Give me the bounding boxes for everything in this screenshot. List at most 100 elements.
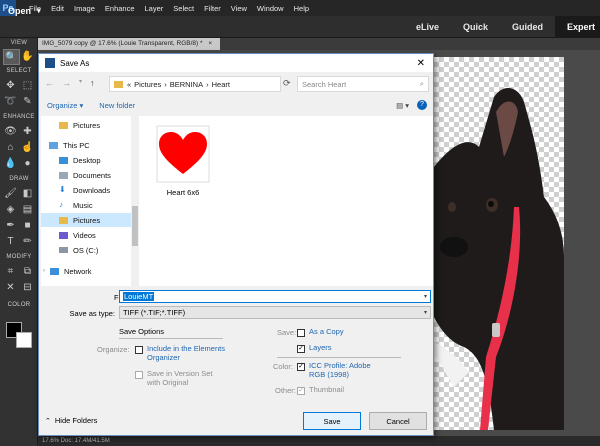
nav-scrollbar[interactable] [131, 116, 139, 286]
brush-tool-icon[interactable]: 🖌 [3, 186, 18, 200]
refresh-icon[interactable]: ⟳ [283, 78, 291, 89]
scrollbar-thumb[interactable] [132, 206, 138, 246]
forward-arrow-icon[interactable]: → [62, 78, 71, 88]
mode-tab-quick[interactable]: Quick [451, 16, 500, 38]
divider [119, 338, 223, 339]
menu-item-help[interactable]: Help [289, 4, 314, 13]
organize-menu[interactable]: Organize ▾ [47, 101, 83, 110]
help-icon[interactable]: ? [417, 100, 427, 110]
eraser-tool-icon[interactable]: ◧ [20, 186, 35, 200]
gradient-tool-icon[interactable]: ▤ [20, 202, 35, 216]
dialog-toolbar: Organize ▾ New folder ▤ ▾ ? [39, 96, 433, 114]
breadcrumb-item[interactable]: Pictures [134, 80, 161, 89]
back-arrow-icon[interactable]: ← [45, 78, 54, 88]
image-canvas[interactable] [434, 57, 564, 430]
crop-tool-icon[interactable]: ⌗ [3, 264, 18, 278]
menu-item-layer[interactable]: Layer [140, 4, 169, 13]
shape-tool-icon[interactable]: ■ [20, 218, 35, 232]
quick-selection-tool-icon[interactable]: ✎ [20, 94, 35, 108]
spot-healing-tool-icon[interactable]: ✚ [20, 124, 35, 138]
zoom-tool-icon[interactable]: 🔍 [3, 49, 20, 65]
version-set-checkbox[interactable] [135, 370, 143, 379]
menu-item-edit[interactable]: Edit [46, 4, 69, 13]
close-icon[interactable]: ✕ [417, 58, 425, 69]
clone-stamp-tool-icon[interactable]: ⌂ [3, 140, 18, 154]
up-arrow-icon[interactable]: ↑ [90, 78, 95, 88]
sidebar-item-label: Downloads [73, 185, 111, 195]
sponge-tool-icon[interactable]: ● [20, 156, 35, 170]
menu-item-image[interactable]: Image [69, 4, 100, 13]
breadcrumb-item[interactable]: BERNINA [170, 80, 203, 89]
organizer-checkbox[interactable] [135, 345, 143, 354]
document-tab[interactable]: IMG_5079 copy @ 17.6% (Louie Transparent… [38, 38, 220, 50]
video-icon [59, 231, 68, 239]
pencil-tool-icon[interactable]: ✏ [20, 234, 35, 248]
mode-tab-elive[interactable]: eLive [404, 16, 451, 38]
save-button[interactable]: Save [303, 412, 361, 430]
cancel-button[interactable]: Cancel [369, 412, 427, 430]
type-tool-icon[interactable]: T [3, 234, 18, 248]
icc-profile-checkbox[interactable]: ✓ [297, 362, 305, 371]
hide-folders-toggle[interactable]: ⌃ Hide Folders [45, 416, 97, 425]
layers-label[interactable]: Layers [309, 343, 332, 352]
lasso-tool-icon[interactable]: ➰ [3, 94, 18, 108]
menu-item-view[interactable]: View [226, 4, 252, 13]
folder-icon [114, 80, 123, 88]
menu-item-select[interactable]: Select [168, 4, 199, 13]
as-a-copy-label[interactable]: As a Copy [309, 327, 344, 336]
save-as-type-select[interactable]: TIFF (*.TIF;*.TIFF) ▾ [119, 306, 431, 319]
checkmark-icon: ✓ [297, 362, 305, 371]
move-tool-icon[interactable]: ✥ [3, 78, 18, 92]
sidebar-item-music[interactable]: ♪ Music [41, 198, 139, 212]
sidebar-item-documents[interactable]: Documents [41, 168, 139, 182]
include-in-organizer-label[interactable]: Include in the Elements Organizer [147, 344, 227, 362]
open-button[interactable]: Open ▾ [8, 4, 41, 18]
menu-item-enhance[interactable]: Enhance [100, 4, 140, 13]
close-icon[interactable]: × [208, 40, 212, 47]
menu-item-filter[interactable]: Filter [199, 4, 226, 13]
recent-locations-icon[interactable]: ▾ [79, 78, 82, 88]
sidebar-item-downloads[interactable]: ⬇ Downloads [41, 183, 139, 197]
eyedropper-tool-icon[interactable]: ✒ [3, 218, 18, 232]
sidebar-item-network[interactable]: › Network [41, 264, 139, 278]
sidebar-item-os-c[interactable]: OS (C:) [41, 243, 139, 257]
chevron-down-icon[interactable]: ▾ [424, 309, 427, 316]
search-input[interactable]: Search Heart ⌕ [297, 76, 429, 92]
blur-tool-icon[interactable]: 💧 [3, 156, 18, 170]
sidebar-item-label: OS (C:) [73, 245, 99, 255]
checkbox-box [135, 370, 143, 379]
sidebar-item-videos[interactable]: Videos [41, 228, 139, 242]
file-list: Heart 6x6 [139, 116, 433, 286]
new-folder-button[interactable]: New folder [99, 101, 135, 110]
marquee-tool-icon[interactable]: ⬚ [20, 78, 35, 92]
layers-checkbox[interactable]: ✓ [297, 344, 305, 353]
sidebar-item-pictures[interactable]: Pictures [41, 118, 139, 132]
paint-bucket-tool-icon[interactable]: ◈ [3, 202, 18, 216]
address-bar[interactable]: «Pictures › BERNINA › Heart [109, 76, 281, 92]
organize-label: Organize: [97, 345, 130, 354]
eye-tool-icon[interactable]: 👁 [3, 124, 18, 138]
mode-tab-expert[interactable]: Expert [555, 16, 600, 38]
icc-profile-label[interactable]: ICC Profile: Adobe RGB (1998) [309, 361, 383, 379]
mode-tab-guided[interactable]: Guided [500, 16, 555, 38]
file-item[interactable]: Heart 6x6 [151, 122, 215, 202]
smudge-tool-icon[interactable]: ☝ [20, 140, 35, 154]
sidebar-item-this-pc[interactable]: This PC [41, 138, 139, 152]
background-color-swatch[interactable] [16, 332, 32, 348]
file-name-input[interactable]: LouieMT ▾ [119, 290, 431, 303]
thumbnail-checkbox[interactable]: ✓ [297, 386, 305, 395]
as-a-copy-checkbox[interactable] [297, 328, 305, 337]
view-options-icon[interactable]: ▤ ▾ [396, 101, 409, 110]
recompose-tool-icon[interactable]: ⧉ [20, 264, 35, 278]
sidebar-item-pictures-selected[interactable]: Pictures [41, 213, 139, 227]
chevron-down-icon[interactable]: ▾ [424, 293, 427, 300]
straighten-tool-icon[interactable]: ⊟ [20, 280, 35, 294]
sidebar-item-label: Desktop [73, 155, 101, 165]
breadcrumb-item[interactable]: Heart [212, 80, 230, 89]
heart-thumbnail [156, 125, 210, 183]
sidebar-item-desktop[interactable]: Desktop [41, 153, 139, 167]
hand-tool-icon[interactable]: ✋ [20, 49, 35, 63]
menu-item-window[interactable]: Window [252, 4, 289, 13]
content-move-tool-icon[interactable]: ✕ [3, 280, 18, 294]
pictures-icon [59, 216, 68, 224]
